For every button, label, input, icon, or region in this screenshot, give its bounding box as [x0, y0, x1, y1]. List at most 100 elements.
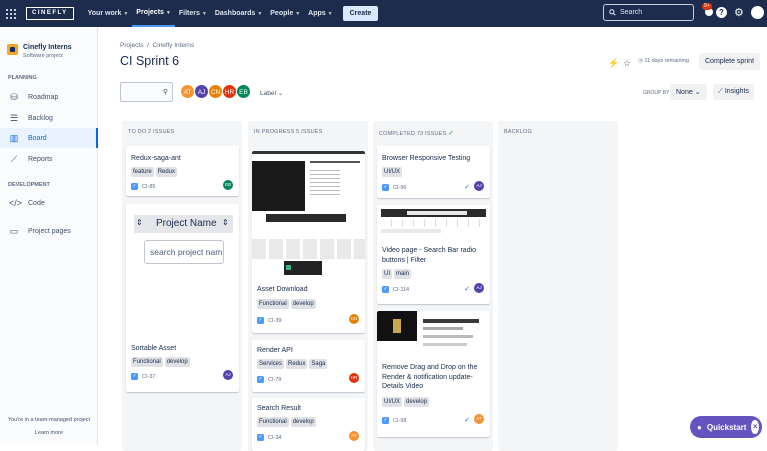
column-in-progress: IN PROGRESS 5 ISSUES Asset Download Func…: [248, 121, 368, 451]
chart-icon: ⟋: [718, 88, 723, 95]
story-type-icon: ✓: [382, 417, 389, 424]
sidebar-item-label: Code: [28, 199, 45, 207]
clock-icon: ◷: [638, 58, 643, 64]
card-title: Remove Drag and Drop on the Render & not…: [382, 364, 478, 390]
create-button[interactable]: Create: [342, 6, 379, 21]
sidebar-item-label: Backlog: [28, 114, 53, 122]
card-title: Sortable Asset: [131, 345, 177, 352]
label-filter-dropdown[interactable]: Label ⌄: [260, 89, 283, 97]
tag: develop: [290, 417, 316, 427]
learn-more-link[interactable]: Learn more: [0, 430, 98, 436]
nav-projects[interactable]: Projects ▼: [132, 0, 175, 27]
avatar-filter-aj[interactable]: AJ: [194, 84, 209, 99]
card-footer: ✓ CI-96: [382, 184, 406, 191]
planning-section-label: PLANNING: [8, 75, 37, 81]
notification-count-badge: 9+: [702, 3, 712, 10]
avatar-filter-cn[interactable]: CN: [208, 84, 223, 99]
issue-key: CI-34: [268, 434, 282, 441]
nav-your-work[interactable]: Your work ▼: [84, 0, 133, 27]
group-by-dropdown[interactable]: None ⌄: [670, 84, 707, 100]
story-type-icon: ✓: [131, 183, 138, 190]
tag: Functional: [257, 299, 289, 309]
issue-card[interactable]: Redux-saga-ant feature Redux ✓ CI-85 EB: [126, 146, 239, 196]
tag: develop: [290, 299, 316, 309]
lightning-icon[interactable]: ⚡: [608, 58, 619, 69]
issue-card[interactable]: Search Result Functional develop ✓ CI-34 …: [252, 398, 365, 451]
issue-card[interactable]: Video page - Search Bar radio buttons | …: [377, 205, 490, 304]
issue-card[interactable]: Browser Responsive Testing UI/UX ✓ CI-96 …: [377, 146, 490, 198]
card-title: Redux-saga-ant: [131, 155, 181, 162]
column-header: IN PROGRESS 5 ISSUES: [254, 129, 323, 135]
column-completed: COMPLETED 73 ISSUES ✓ Browser Responsive…: [373, 121, 493, 451]
group-by-label: GROUP BY: [643, 90, 670, 96]
card-cover-image: [377, 205, 490, 239]
issue-card[interactable]: Render API Services Redux Saga ✓ CI-79 HR: [252, 340, 365, 392]
sprint-time-remaining: ◷ 11 days remaining: [638, 58, 689, 64]
sidebar-item-code[interactable]: </> Code: [0, 193, 98, 213]
project-sidebar: Cinefly Interns Software project PLANNIN…: [0, 27, 98, 445]
issue-key: CI-85: [142, 183, 156, 190]
card-title: Asset Download: [257, 286, 308, 293]
assignee-avatar: AT: [474, 414, 484, 424]
thumb-heading: Project Name: [156, 218, 217, 229]
issue-card[interactable]: ⇕ Project Name ⇕ search project nam Sort…: [126, 204, 239, 392]
board-search-input[interactable]: ⚲: [120, 82, 173, 102]
team-managed-note: You're in a team-managed project Learn m…: [0, 417, 98, 436]
breadcrumb-projects[interactable]: Projects: [120, 42, 143, 49]
card-footer: ✓ CI-98: [382, 417, 406, 424]
nav-dashboards[interactable]: Dashboards ▼: [211, 0, 266, 27]
user-avatar[interactable]: [751, 6, 764, 19]
issue-key: CI-39: [268, 317, 282, 324]
avatar-filter-eb[interactable]: EB: [236, 84, 251, 99]
cinefly-logo[interactable]: CINEFLY: [26, 7, 74, 20]
card-title: Render API: [257, 347, 293, 354]
label-dropdown-text: Label: [260, 90, 276, 97]
card-tags: feature Redux: [131, 167, 178, 177]
group-by-value: None: [676, 89, 693, 96]
nav-label: Projects: [136, 9, 164, 16]
sidebar-item-label: Reports: [28, 155, 53, 163]
assignee-avatar: EB: [223, 180, 233, 190]
column-header: COMPLETED 73 ISSUES ✓: [379, 129, 454, 137]
project-header[interactable]: Cinefly Interns Software project: [7, 44, 72, 59]
column-header: TO DO 2 ISSUES: [128, 129, 175, 135]
issue-card[interactable]: Remove Drag and Drop on the Render & not…: [377, 311, 490, 437]
card-footer: ✓ CI-39: [257, 317, 281, 324]
sidebar-item-roadmap[interactable]: ⛁ Roadmap: [0, 87, 98, 107]
chevron-down-icon: ▼: [295, 10, 301, 17]
nav-apps[interactable]: Apps ▼: [304, 0, 336, 27]
search-input[interactable]: Search: [603, 4, 694, 21]
gear-icon[interactable]: ⚙: [734, 6, 744, 19]
issue-card[interactable]: Asset Download Functional develop ✓ CI-39…: [252, 151, 365, 333]
code-icon: </>: [9, 198, 23, 208]
close-icon[interactable]: ×: [751, 420, 759, 434]
story-type-icon: ✓: [382, 286, 389, 293]
chevron-down-icon: ▼: [257, 10, 263, 17]
help-icon[interactable]: ?: [716, 7, 727, 18]
story-type-icon: ✓: [257, 434, 264, 441]
sidebar-item-board[interactable]: ▥ Board: [0, 128, 98, 148]
nav-label: Apps: [308, 10, 326, 17]
sidebar-item-reports[interactable]: ⟋ Reports: [0, 149, 98, 169]
avatar-filter-at[interactable]: AT: [180, 84, 195, 99]
nav-filters[interactable]: Filters ▼: [175, 0, 211, 27]
sidebar-item-label: Board: [28, 134, 47, 142]
sidebar-item-backlog[interactable]: ☰ Backlog: [0, 108, 98, 128]
issue-key: CI-98: [393, 417, 407, 424]
avatar-filter-hr[interactable]: HR: [222, 84, 237, 99]
app-switcher-icon[interactable]: [6, 8, 16, 19]
card-tags: Functional develop: [257, 417, 316, 427]
card-footer: ✓ CI-114: [382, 286, 409, 293]
column-title: COMPLETED 73 ISSUES: [379, 131, 447, 137]
nav-people[interactable]: People ▼: [266, 0, 304, 27]
story-type-icon: ✓: [257, 376, 264, 383]
quickstart-button[interactable]: ● Quickstart ×: [690, 416, 762, 438]
star-icon[interactable]: ☆: [623, 58, 631, 69]
breadcrumb-project[interactable]: Cinefly Interns: [153, 42, 195, 49]
card-cover-image: [377, 311, 490, 357]
insights-button[interactable]: ⟋ Insights: [713, 84, 754, 100]
insights-label: Insights: [724, 88, 749, 95]
sidebar-item-project-pages[interactable]: ▭ Project pages: [0, 221, 98, 241]
complete-sprint-button[interactable]: Complete sprint: [699, 53, 761, 70]
tag: develop: [164, 357, 190, 367]
